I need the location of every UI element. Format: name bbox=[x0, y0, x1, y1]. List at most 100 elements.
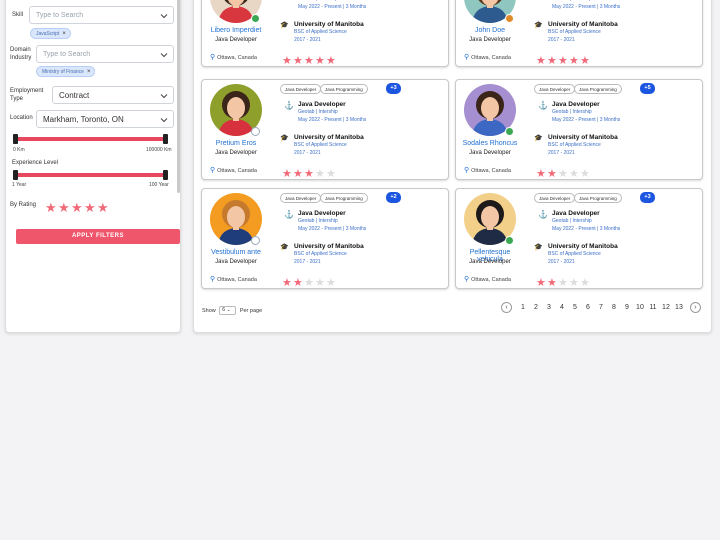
candidate-role: Java Developer bbox=[469, 259, 511, 265]
star-icon: ★ bbox=[326, 55, 336, 67]
job-company: Geotab | Intership bbox=[552, 109, 592, 115]
candidate-name[interactable]: Vestibulum ante bbox=[202, 249, 270, 256]
candidate-rating: ★★★★★ bbox=[282, 273, 337, 291]
location-pin-icon: ⚲ bbox=[210, 276, 216, 283]
domain-placeholder: Type to Search bbox=[43, 51, 91, 58]
graduation-cap-icon: 🎓 bbox=[280, 135, 289, 142]
verified-icon bbox=[505, 236, 514, 245]
skill-tag[interactable]: Java Programming bbox=[574, 193, 622, 203]
pagination: ‹ 1 2 3 4 5 6 7 8 9 10 11 12 13 › bbox=[501, 299, 701, 314]
remove-chip-icon[interactable]: × bbox=[87, 69, 91, 75]
more-skills-badge[interactable]: +3 bbox=[640, 192, 655, 203]
distance-min-label: 0 Km bbox=[13, 147, 25, 153]
more-skills-badge[interactable]: +5 bbox=[640, 83, 655, 94]
candidate-card[interactable]: Libero Imperdiet Java Developer ⚲ Ottawa, C… bbox=[201, 0, 449, 67]
employment-label-line1: Employment bbox=[10, 88, 44, 94]
star-icon: ★ bbox=[293, 277, 303, 289]
page-number-link[interactable]: 2 bbox=[529, 304, 542, 311]
page-number-link[interactable]: 12 bbox=[659, 304, 672, 311]
candidate-card[interactable]: Vestibulum ante Java Developer ⚲ Ottawa, Ca… bbox=[201, 188, 449, 289]
domain-chip[interactable]: Ministry of Finance × bbox=[36, 66, 96, 77]
distance-range-slider[interactable] bbox=[13, 134, 168, 144]
per-page-select[interactable]: 6 ⌄ bbox=[219, 306, 237, 315]
experience-min-handle[interactable] bbox=[13, 170, 18, 180]
star-icon: ★ bbox=[304, 168, 314, 180]
page-number-link[interactable]: 11 bbox=[646, 304, 659, 311]
skill-tag[interactable]: Java Developer bbox=[280, 84, 322, 94]
star-icon: ★ bbox=[558, 277, 568, 289]
skill-label: Skill bbox=[12, 12, 24, 18]
skill-tag[interactable]: Java Developer bbox=[534, 84, 576, 94]
page-number-link[interactable]: 8 bbox=[607, 304, 620, 311]
star-icon: ★ bbox=[282, 55, 292, 67]
star-icon: ★ bbox=[293, 55, 303, 67]
candidate-card[interactable]: Pellentesque vehicula Java Developer ⚲ Otta… bbox=[455, 188, 703, 289]
skill-search-input[interactable]: Type to Search bbox=[29, 6, 174, 24]
remove-chip-icon[interactable]: × bbox=[62, 31, 66, 37]
skill-tag[interactable]: Java Programming bbox=[320, 84, 368, 94]
candidate-rating: ★★★★★ bbox=[536, 164, 591, 182]
domain-search-input[interactable]: Type to Search bbox=[36, 45, 174, 63]
page-number-link[interactable]: 13 bbox=[672, 304, 685, 311]
location-pin-icon: ⚲ bbox=[464, 276, 470, 283]
candidate-name[interactable]: Libero Imperdiet bbox=[202, 27, 270, 34]
domain-label-line2: Industry bbox=[10, 55, 32, 61]
skill-tag[interactable]: Java Programming bbox=[574, 84, 622, 94]
study-years: 2017 - 2021 bbox=[548, 259, 575, 265]
apply-filters-button[interactable]: APPLY FILTERS bbox=[16, 229, 180, 244]
candidate-card[interactable]: Sodales Rhoncus Java Developer ⚲ Ottawa, Ca… bbox=[455, 79, 703, 180]
location-text: Ottawa, Canada bbox=[217, 55, 257, 61]
job-icon: ⚓ bbox=[538, 101, 548, 110]
degree-name: BSC of Applied Science bbox=[294, 251, 347, 257]
page-number-link[interactable]: 3 bbox=[542, 304, 555, 311]
degree-name: BSC of Applied Science bbox=[294, 142, 347, 148]
employment-label-line2: Type bbox=[10, 96, 24, 102]
experience-max-handle[interactable] bbox=[163, 170, 168, 180]
more-skills-badge[interactable]: +2 bbox=[386, 192, 401, 203]
candidate-card[interactable]: Pretium Eros Java Developer ⚲ Ottawa, Canad… bbox=[201, 79, 449, 180]
page-number-link[interactable]: 1 bbox=[516, 304, 529, 311]
page-number-link[interactable]: 6 bbox=[581, 304, 594, 311]
verified-icon bbox=[251, 14, 260, 23]
skill-chip[interactable]: JavaScript × bbox=[30, 28, 71, 39]
page-number-link[interactable]: 7 bbox=[594, 304, 607, 311]
candidate-card[interactable]: John Doe Java Developer ⚲Ottawa, Canada ⚓Ja… bbox=[455, 0, 703, 67]
candidate-name[interactable]: John Doe bbox=[456, 27, 524, 34]
job-title: Java Developer bbox=[298, 210, 346, 217]
page-number-link[interactable]: 9 bbox=[620, 304, 633, 311]
per-page-control: Show 6 ⌄ Per page bbox=[202, 306, 262, 315]
employment-type-select[interactable]: Contract bbox=[52, 86, 174, 104]
page-number-link[interactable]: 5 bbox=[568, 304, 581, 311]
graduation-cap-icon: 🎓 bbox=[534, 244, 543, 251]
candidate-location: ⚲ Ottawa, Canada bbox=[464, 275, 511, 283]
chat-icon bbox=[251, 127, 260, 136]
more-skills-badge[interactable]: +3 bbox=[386, 83, 401, 94]
star-icon: ★ bbox=[84, 200, 96, 215]
skill-tag[interactable]: Java Programming bbox=[320, 193, 368, 203]
location-select[interactable]: Markham, Toronto, ON bbox=[36, 110, 174, 128]
education-block: 🎓 University of Manitoba BSC of Applied Sc… bbox=[280, 134, 364, 157]
chat-icon bbox=[251, 236, 260, 245]
page-number-link[interactable]: 10 bbox=[633, 304, 646, 311]
job-dates: May 2022 - Present | 3 Months bbox=[298, 117, 367, 123]
job-company: Geotab | Intership bbox=[298, 218, 338, 224]
school-name: University of Manitoba bbox=[548, 21, 618, 28]
experience-block: ⚓Java DeveloperGeotab | IntershipMay 202… bbox=[552, 0, 620, 11]
rating-filter-stars[interactable]: ★★★★★ bbox=[45, 199, 110, 217]
page: Skill Type to Search JavaScript × Domain … bbox=[0, 0, 720, 540]
experience-range-slider[interactable] bbox=[13, 170, 168, 180]
show-label: Show bbox=[202, 307, 216, 314]
candidate-name[interactable]: Sodales Rhoncus bbox=[456, 140, 524, 147]
candidate-name[interactable]: Pretium Eros bbox=[202, 140, 270, 147]
distance-max-handle[interactable] bbox=[163, 134, 168, 144]
candidate-rating: ★★★★★ bbox=[536, 273, 591, 291]
degree-name: BSC of Applied Science bbox=[548, 29, 601, 35]
page-number-link[interactable]: 4 bbox=[555, 304, 568, 311]
distance-min-handle[interactable] bbox=[13, 134, 18, 144]
skill-tag[interactable]: Java Developer bbox=[534, 193, 576, 203]
study-years: 2017 - 2021 bbox=[294, 150, 321, 156]
skill-tag[interactable]: Java Developer bbox=[280, 193, 322, 203]
page-numbers: 1 2 3 4 5 6 7 8 9 10 11 12 13 bbox=[516, 299, 685, 316]
sidebar-scrollbar[interactable] bbox=[177, 0, 180, 193]
job-dates: May 2022 - Present | 3 Months bbox=[552, 4, 621, 10]
